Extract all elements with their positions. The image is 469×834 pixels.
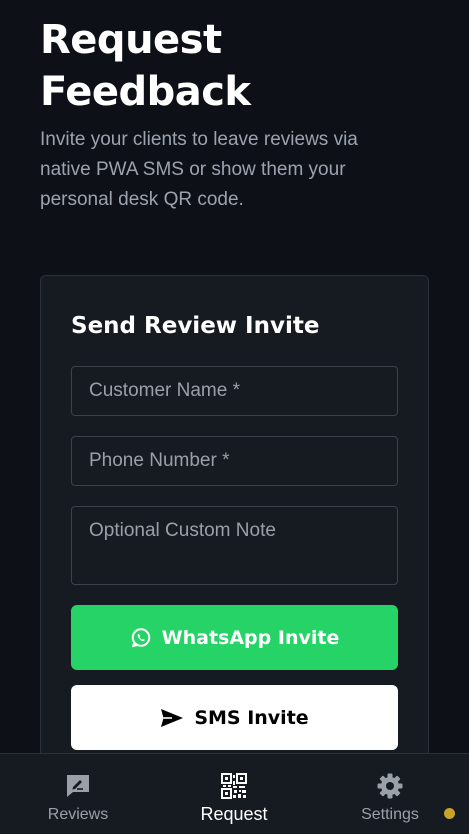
nav-label-settings: Settings xyxy=(361,806,419,823)
nav-label-reviews: Reviews xyxy=(47,806,109,823)
status-indicator-dot xyxy=(444,808,455,819)
sms-invite-label: SMS Invite xyxy=(194,706,309,729)
sms-invite-button[interactable]: SMS Invite xyxy=(71,685,398,750)
whatsapp-invite-button[interactable]: WhatsApp Invite xyxy=(71,605,398,670)
page-title: Request Feedback xyxy=(40,17,251,115)
qr-code-icon xyxy=(221,772,247,800)
gear-icon xyxy=(376,772,404,800)
reviews-icon xyxy=(64,772,92,800)
nav-item-settings[interactable]: Settings xyxy=(312,754,468,834)
page-subtitle: Invite your clients to leave reviews via… xyxy=(40,129,358,210)
bottom-nav: Reviews Request Settings xyxy=(0,753,469,834)
phone-number-input[interactable] xyxy=(71,436,398,486)
request-feedback-screen: Request Feedback Invite your clients to … xyxy=(0,0,469,834)
whatsapp-icon xyxy=(130,627,152,649)
card-title: Send Review Invite xyxy=(71,313,320,339)
customer-name-input[interactable] xyxy=(71,366,398,416)
custom-note-textarea[interactable] xyxy=(71,506,398,585)
nav-item-reviews[interactable]: Reviews xyxy=(0,754,156,834)
whatsapp-invite-label: WhatsApp Invite xyxy=(161,626,340,649)
send-invite-card: Send Review Invite WhatsApp Invite S xyxy=(40,275,429,795)
send-icon xyxy=(160,708,184,728)
nav-item-request[interactable]: Request xyxy=(156,754,312,834)
nav-label-request: Request xyxy=(200,804,268,824)
